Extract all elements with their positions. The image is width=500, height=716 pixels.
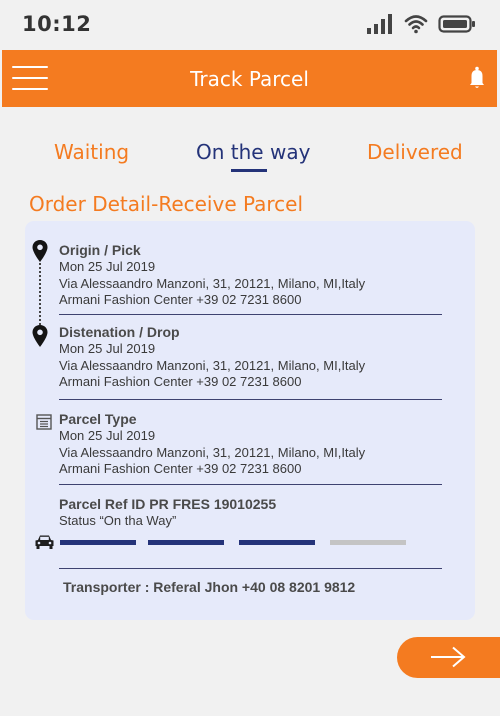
origin-address: Via Alessaandro Manzoni, 31, 20121, Mila… <box>59 275 366 291</box>
transporter-block: Transporter : Referal Jhon +40 08 8201 9… <box>63 579 447 596</box>
divider <box>59 314 442 315</box>
progress-segment <box>148 540 224 545</box>
origin-date: Mon 25 Jul 2019 <box>59 259 156 274</box>
destination-address: Via Alessaandro Manzoni, 31, 20121, Mila… <box>59 357 366 373</box>
order-detail-card: Origin / Pick Mon 25 Jul 2019 Via Alessa… <box>25 221 475 620</box>
parcel-ref-block: Parcel Ref ID PR FRES 19010255 Status “O… <box>59 496 443 530</box>
active-tab-indicator <box>231 169 267 172</box>
parcel-type-contact: Armani Fashion Center +39 02 7231 8600 <box>59 461 302 476</box>
status-time: 10:12 <box>22 12 92 36</box>
page-title: Track Parcel <box>190 67 309 91</box>
map-pin-icon <box>32 240 48 262</box>
parcel-status: Status “On tha Way” <box>59 513 177 528</box>
delivery-progress <box>60 540 410 546</box>
arrow-right-icon <box>431 646 466 668</box>
bell-icon[interactable] <box>469 66 485 90</box>
map-pin-icon <box>32 325 48 347</box>
status-bar: 10:12 <box>0 0 500 50</box>
divider <box>59 568 442 569</box>
package-icon <box>36 414 52 430</box>
route-line <box>39 263 41 325</box>
progress-segment <box>60 540 136 545</box>
app-bar: Track Parcel <box>2 50 497 107</box>
destination-date: Mon 25 Jul 2019 <box>59 341 156 356</box>
transporter-info: Transporter : Referal Jhon +40 08 8201 9… <box>63 579 356 595</box>
tab-waiting[interactable]: Waiting <box>54 140 129 164</box>
destination-block: Distenation / Drop Mon 25 Jul 2019 Via A… <box>59 324 443 391</box>
parcel-type-block: Parcel Type Mon 25 Jul 2019 Via Alessaan… <box>59 411 443 478</box>
section-title: Order Detail-Receive Parcel <box>29 192 304 216</box>
tab-on-the-way[interactable]: On the way <box>196 140 310 164</box>
origin-contact: Armani Fashion Center +39 02 7231 8600 <box>59 292 302 307</box>
car-icon <box>35 535 54 549</box>
progress-segment <box>239 540 315 545</box>
parcel-ref-title: Parcel Ref ID PR FRES 19010255 <box>59 496 277 512</box>
battery-icon <box>438 15 475 33</box>
parcel-type-date: Mon 25 Jul 2019 <box>59 428 156 443</box>
origin-block: Origin / Pick Mon 25 Jul 2019 Via Alessa… <box>59 242 443 309</box>
parcel-type-address: Via Alessaandro Manzoni, 31, 20121, Mila… <box>59 444 366 460</box>
destination-title: Distenation / Drop <box>59 324 180 340</box>
tab-delivered[interactable]: Delivered <box>367 140 463 164</box>
signal-icon <box>367 14 392 34</box>
wifi-icon <box>404 15 428 34</box>
origin-title: Origin / Pick <box>59 242 141 258</box>
parcel-type-title: Parcel Type <box>59 411 137 427</box>
next-button[interactable] <box>397 637 500 678</box>
destination-contact: Armani Fashion Center +39 02 7231 8600 <box>59 374 302 389</box>
divider <box>59 484 442 485</box>
status-icons <box>366 14 476 34</box>
tab-bar: Waiting On the way Delivered <box>0 138 500 178</box>
divider <box>59 399 442 400</box>
progress-segment <box>330 540 406 545</box>
